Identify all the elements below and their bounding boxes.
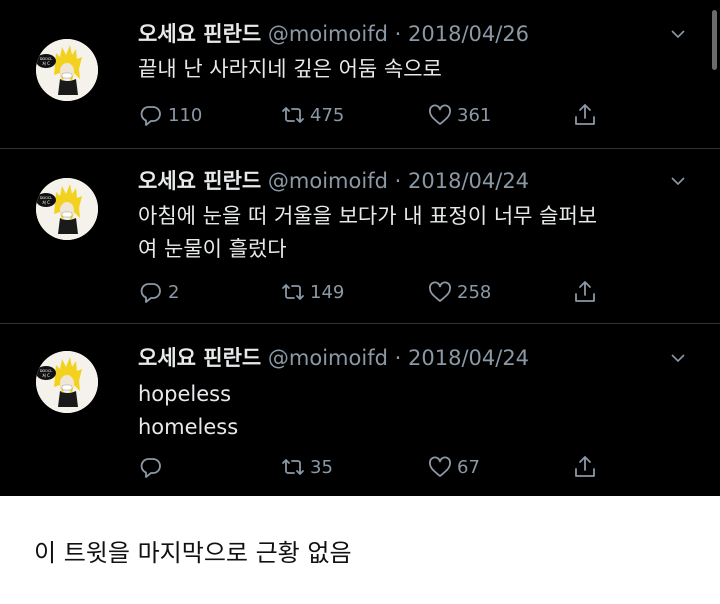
- avatar-image: DDOCL 쳐 C: [36, 39, 98, 101]
- tweet-text-line: homeless: [138, 415, 239, 439]
- like-icon: [429, 281, 451, 302]
- user-handle[interactable]: @moimoifd: [268, 169, 388, 193]
- like-icon: [429, 104, 451, 125]
- like-icon: [429, 456, 451, 477]
- avatar-image: DDOCL 쳐 C: [36, 178, 98, 240]
- retweet-count: 475: [310, 104, 345, 126]
- share-button[interactable]: [572, 277, 598, 307]
- tweet-text-line: 끝내 난 사라지네 깊은 어둠 속으로: [138, 57, 442, 81]
- avatar[interactable]: DDOCL 쳐 C: [36, 178, 98, 240]
- tweet-actions: 2 149 258: [0, 277, 720, 307]
- tweet-header: 오세요 핀란드 @moimoifd · 2018/04/26: [138, 20, 529, 48]
- share-button[interactable]: [572, 452, 598, 482]
- user-handle[interactable]: @moimoifd: [268, 22, 388, 46]
- chevron-down-icon[interactable]: [670, 26, 686, 42]
- tweet[interactable]: DDOCL 쳐 C 오세요 핀란드 @moimoifd · 2018/04/24…: [0, 149, 720, 324]
- reply-icon: [140, 106, 161, 126]
- tweet-date[interactable]: 2018/04/24: [408, 169, 529, 193]
- tweet-timeline: DDOCL 쳐 C 오세요 핀란드 @moimoifd · 2018/04/26…: [0, 0, 720, 496]
- user-handle[interactable]: @moimoifd: [268, 346, 388, 370]
- retweet-button[interactable]: 35: [280, 452, 333, 482]
- reply-button[interactable]: 110: [138, 100, 202, 130]
- display-name[interactable]: 오세요 핀란드: [138, 169, 261, 193]
- tweet-header: 오세요 핀란드 @moimoifd · 2018/04/24: [138, 167, 529, 195]
- svg-text:쳐 C: 쳐 C: [42, 372, 50, 378]
- tweet[interactable]: DDOCL 쳐 C 오세요 핀란드 @moimoifd · 2018/04/24…: [0, 324, 720, 496]
- like-button[interactable]: 361: [427, 100, 491, 130]
- retweet-count: 149: [310, 281, 345, 303]
- chevron-down-icon[interactable]: [670, 173, 686, 189]
- chevron-down-icon[interactable]: [670, 350, 686, 366]
- avatar[interactable]: DDOCL 쳐 C: [36, 39, 98, 101]
- reply-icon: [140, 458, 161, 478]
- reply-count: 110: [168, 104, 203, 126]
- retweet-button[interactable]: 149: [280, 277, 344, 307]
- svg-text:쳐 C: 쳐 C: [42, 60, 50, 66]
- separator-dot: ·: [394, 346, 402, 370]
- share-icon: [575, 281, 595, 302]
- retweet-count: 35: [310, 456, 333, 478]
- avatar-image: DDOCL 쳐 C: [36, 351, 98, 413]
- share-icon: [575, 104, 595, 125]
- tweet-date[interactable]: 2018/04/24: [408, 346, 529, 370]
- share-icon: [575, 456, 595, 477]
- separator-dot: ·: [394, 22, 402, 46]
- tweet-header: 오세요 핀란드 @moimoifd · 2018/04/24: [138, 344, 529, 372]
- like-count: 258: [457, 281, 492, 303]
- share-button[interactable]: [572, 100, 598, 130]
- tweet-date[interactable]: 2018/04/26: [408, 22, 529, 46]
- reply-button[interactable]: [138, 452, 168, 482]
- tweet-text: hopeless homeless: [138, 378, 698, 444]
- post-caption: 이 트윗을 마지막으로 근황 없음: [34, 539, 352, 567]
- like-count: 67: [457, 456, 480, 478]
- tweet-text-line: 아침에 눈을 떠 거울을 보다가 내 표정이 너무 슬퍼보: [138, 204, 598, 228]
- reply-count: 2: [168, 281, 180, 303]
- retweet-icon: [282, 107, 304, 123]
- scrollbar[interactable]: [712, 10, 717, 70]
- tweet-text-line: 여 눈물이 흘렀다: [138, 237, 287, 261]
- reply-button[interactable]: 2: [138, 277, 179, 307]
- retweet-icon: [282, 284, 304, 300]
- svg-text:쳐 C: 쳐 C: [42, 199, 50, 205]
- like-button[interactable]: 258: [427, 277, 491, 307]
- tweet-text: 끝내 난 사라지네 깊은 어둠 속으로: [138, 53, 698, 86]
- tweet-text-line: hopeless: [138, 382, 232, 406]
- tweet-text: 아침에 눈을 떠 거울을 보다가 내 표정이 너무 슬퍼보 여 눈물이 흘렀다: [138, 200, 698, 266]
- avatar[interactable]: DDOCL 쳐 C: [36, 351, 98, 413]
- like-button[interactable]: 67: [427, 452, 480, 482]
- tweet[interactable]: DDOCL 쳐 C 오세요 핀란드 @moimoifd · 2018/04/26…: [0, 0, 720, 149]
- display-name[interactable]: 오세요 핀란드: [138, 22, 261, 46]
- like-count: 361: [457, 104, 492, 126]
- tweet-actions: 35 67: [0, 452, 720, 482]
- retweet-icon: [282, 459, 304, 475]
- reply-icon: [140, 283, 161, 303]
- tweet-actions: 110 475 361: [0, 100, 720, 130]
- retweet-button[interactable]: 475: [280, 100, 344, 130]
- separator-dot: ·: [394, 169, 402, 193]
- display-name[interactable]: 오세요 핀란드: [138, 346, 261, 370]
